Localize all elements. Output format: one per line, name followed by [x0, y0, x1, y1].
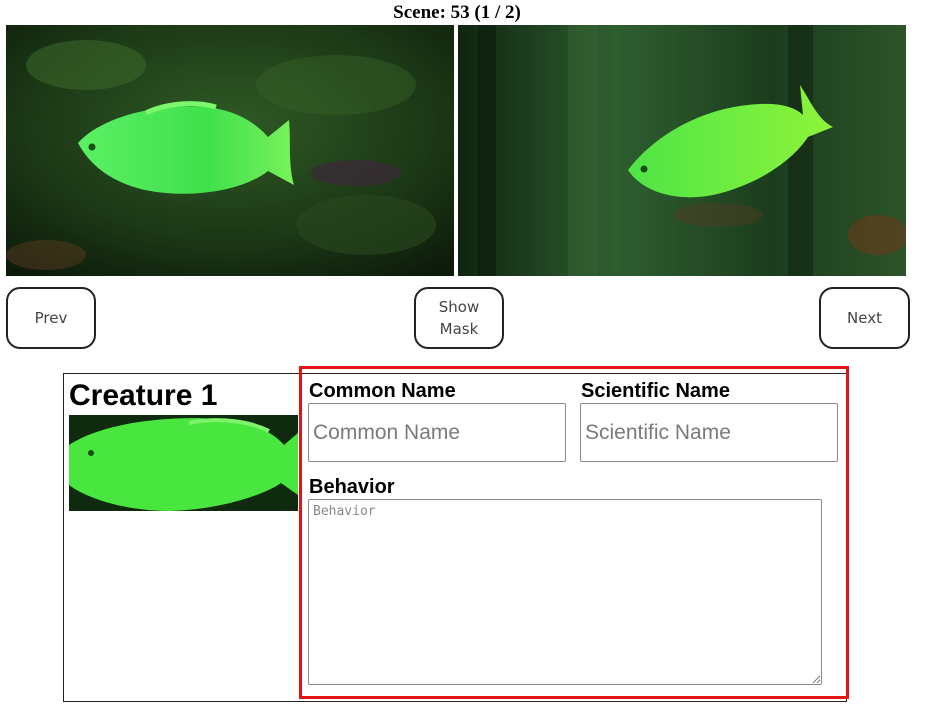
- scientific-name-label: Scientific Name: [581, 380, 730, 402]
- next-button[interactable]: Next: [819, 287, 910, 349]
- behavior-label: Behavior: [309, 476, 395, 498]
- scene-title: Scene: 53 (1 / 2): [393, 2, 521, 23]
- common-name-input[interactable]: [308, 403, 566, 462]
- show-mask-label-line1: Show: [438, 298, 480, 316]
- scientific-name-input[interactable]: [580, 403, 838, 462]
- creature-thumbnail: [69, 415, 298, 511]
- prev-button[interactable]: Prev: [6, 287, 96, 349]
- scene-image-right: [458, 25, 906, 276]
- show-mask-button[interactable]: Show Mask: [414, 287, 504, 349]
- creature-title: Creature 1: [69, 379, 218, 412]
- common-name-label: Common Name: [309, 380, 456, 402]
- show-mask-label-line2: Mask: [439, 320, 479, 338]
- scene-image-left: [6, 25, 454, 276]
- fish-photo-right: [458, 25, 906, 276]
- fish-thumbnail-icon: [69, 415, 298, 511]
- fish-photo-left: [6, 25, 454, 276]
- behavior-textarea[interactable]: [308, 499, 822, 685]
